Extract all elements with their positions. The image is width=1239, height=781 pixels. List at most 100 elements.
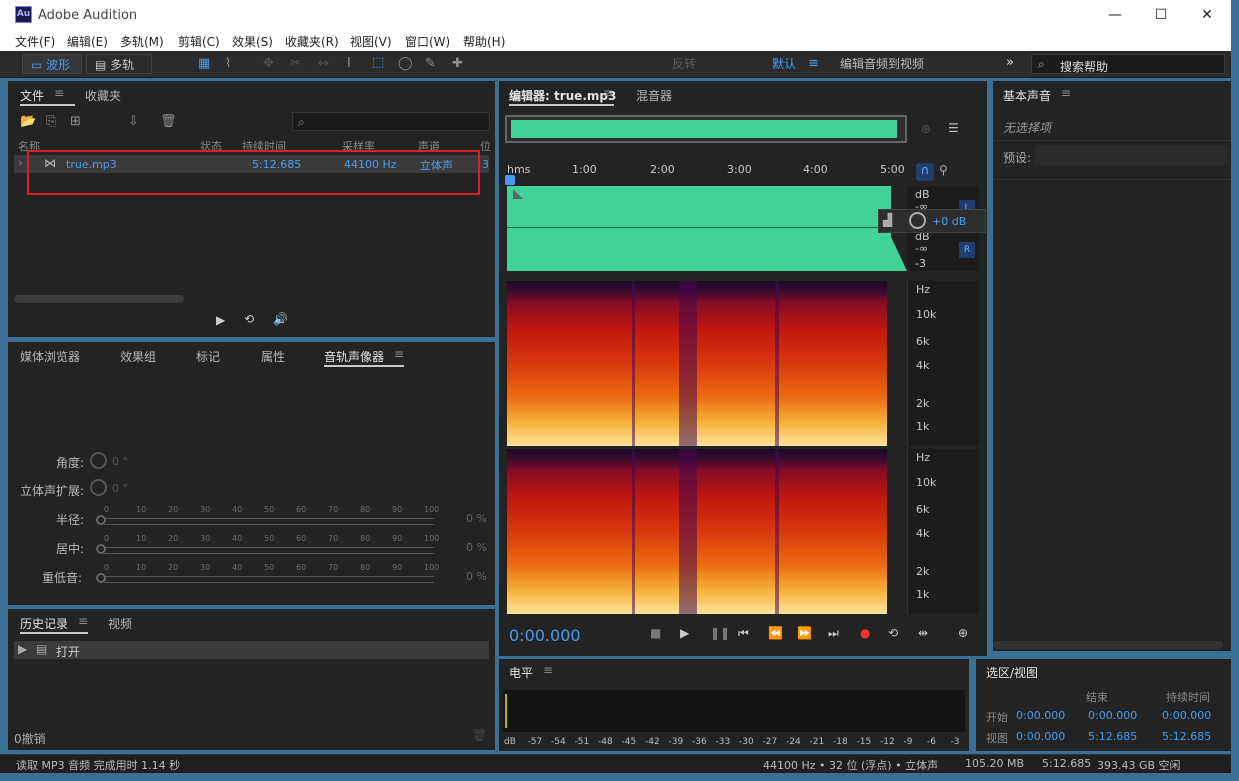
files-search-input[interactable]: ⌕ xyxy=(292,112,490,131)
files-scrollbar[interactable] xyxy=(14,295,184,303)
tab-markers[interactable]: 标记 xyxy=(196,348,220,365)
fast-forward-button[interactable]: ⏩ xyxy=(797,626,812,640)
spectral-display-right[interactable] xyxy=(507,449,907,614)
maximize-button[interactable]: ☐ xyxy=(1146,4,1176,26)
move-to-start-button[interactable]: ⏮ xyxy=(738,626,749,641)
col-bits[interactable]: 位 xyxy=(480,138,491,154)
level-meter-peak xyxy=(505,694,507,728)
playhead-marker[interactable] xyxy=(505,175,515,185)
zoom-button[interactable]: ⊕ xyxy=(958,626,968,640)
open-file-icon[interactable]: 📂 xyxy=(20,114,36,129)
menu-multitrack[interactable]: 多轨(M) xyxy=(120,33,164,50)
preview-play-icon[interactable]: ▶ xyxy=(216,313,225,327)
auto-play-icon[interactable]: 🔊 xyxy=(273,312,288,326)
rewind-button[interactable]: ⏪ xyxy=(768,626,783,640)
play-button[interactable]: ▶ xyxy=(680,626,689,640)
fade-in-handle[interactable] xyxy=(513,189,523,199)
zoom-to-selection-icon[interactable]: ⊕ xyxy=(921,122,931,136)
tab-editor[interactable]: 编辑器: true.mp3 xyxy=(509,87,616,104)
levels-menu-icon[interactable]: ≡ xyxy=(543,663,553,677)
waveform-display[interactable] xyxy=(507,186,907,271)
menu-help[interactable]: 帮助(H) xyxy=(463,33,505,50)
angle-knob[interactable] xyxy=(90,452,107,469)
lasso-tool-icon[interactable]: ◯ xyxy=(398,56,413,71)
stereo-width-knob[interactable] xyxy=(90,479,107,496)
view-start[interactable]: 0:00.000 xyxy=(1016,730,1065,743)
pitch-display-icon[interactable]: ⌇ xyxy=(225,56,231,71)
tab-mixer[interactable]: 混音器 xyxy=(636,87,672,104)
time-ruler[interactable]: hms 1:00 2:00 3:00 4:00 5:00 xyxy=(507,163,907,183)
gain-knob[interactable] xyxy=(909,212,926,229)
workspace-video[interactable]: 编辑音频到视频 xyxy=(840,54,924,74)
overview-options-icon[interactable]: ☰ xyxy=(948,121,959,135)
tab-track-panner[interactable]: 音轨声像器 xyxy=(324,348,384,365)
workspace-default[interactable]: 默认 xyxy=(772,54,796,74)
history-delete-icon[interactable]: 🗑 xyxy=(472,728,487,742)
channel-r-toggle[interactable]: R xyxy=(959,242,975,258)
selection-start[interactable]: 0:00.000 xyxy=(1016,709,1065,722)
lfe-label: 重低音: xyxy=(42,571,83,585)
tab-history[interactable]: 历史记录 xyxy=(20,615,68,632)
workspace-menu-icon[interactable]: ≡ xyxy=(808,56,819,71)
brush-tool-icon[interactable]: ✎ xyxy=(425,56,436,71)
tab-video[interactable]: 视频 xyxy=(108,615,132,632)
move-tool-icon[interactable]: ✥ xyxy=(263,56,274,71)
tab-effects-rack[interactable]: 效果组 xyxy=(120,348,156,365)
files-panel-menu-icon[interactable]: ≡ xyxy=(54,86,64,100)
panner-menu-icon[interactable]: ≡ xyxy=(394,347,404,361)
selection-duration[interactable]: 0:00.000 xyxy=(1162,709,1211,722)
slip-tool-icon[interactable]: ↔ xyxy=(318,56,329,71)
stop-button[interactable]: ■ xyxy=(650,626,661,640)
menu-file[interactable]: 文件(F) xyxy=(15,33,55,50)
menu-effects[interactable]: 效果(S) xyxy=(232,33,273,50)
view-duration[interactable]: 5:12.685 xyxy=(1162,730,1211,743)
delete-file-icon[interactable]: 🗑 xyxy=(160,114,177,129)
menu-favorites[interactable]: 收藏夹(R) xyxy=(285,33,339,50)
preset-dropdown[interactable] xyxy=(1035,145,1229,165)
record-button[interactable]: ● xyxy=(860,626,870,640)
essential-scrollbar[interactable] xyxy=(993,641,1223,649)
new-file-icon[interactable]: ⊞ xyxy=(70,114,81,129)
spot-healing-tool-icon[interactable]: ✚ xyxy=(452,56,463,71)
editor-menu-icon[interactable]: ≡ xyxy=(603,86,613,100)
multitrack-view-button[interactable]: ▤ 多轨 xyxy=(86,54,152,74)
view-end[interactable]: 5:12.685 xyxy=(1088,730,1137,743)
minimize-button[interactable]: — xyxy=(1100,4,1130,26)
search-help-field[interactable]: ⌕ 搜索帮助 xyxy=(1031,54,1225,74)
tab-files[interactable]: 文件 xyxy=(20,87,44,104)
current-time[interactable]: 0:00.000 xyxy=(509,626,581,645)
slider-scales: 0 10 20 30 40 50 60 70 80 90 100 0 10 20 30 40 50 60 70 80 9… xyxy=(104,505,444,585)
pin-icon[interactable]: ⚲ xyxy=(939,163,948,177)
history-menu-icon[interactable]: ≡ xyxy=(78,614,88,628)
move-to-end-button[interactable]: ⏭ xyxy=(828,626,839,641)
skip-selection-button[interactable]: ⇹ xyxy=(918,626,928,640)
menu-window[interactable]: 窗口(W) xyxy=(405,33,450,50)
reverse-button[interactable]: 反转 xyxy=(672,54,696,74)
preview-loop-icon[interactable]: ⟲ xyxy=(244,312,254,326)
spectral-display-left[interactable] xyxy=(507,281,907,446)
menu-clip[interactable]: 剪辑(C) xyxy=(178,33,220,50)
import-file-icon[interactable]: ⎘ xyxy=(46,114,56,129)
radius-label: 半径: xyxy=(56,513,85,527)
close-button[interactable]: ✕ xyxy=(1192,4,1222,26)
menu-edit[interactable]: 编辑(E) xyxy=(67,33,108,50)
essential-sound-menu-icon[interactable]: ≡ xyxy=(1061,86,1071,100)
tab-media-browser[interactable]: 媒体浏览器 xyxy=(20,348,80,365)
insert-to-multitrack-icon[interactable]: ⇩ xyxy=(128,114,139,129)
tab-favorites[interactable]: 收藏夹 xyxy=(85,87,121,104)
marquee-tool-icon[interactable]: ⬚ xyxy=(372,55,384,70)
pause-button[interactable]: ❚❚ xyxy=(710,626,730,640)
selection-end[interactable]: 0:00.000 xyxy=(1088,709,1137,722)
spectral-display-icon[interactable]: ▦ xyxy=(198,56,210,71)
menu-view[interactable]: 视图(V) xyxy=(350,33,392,50)
expand-chevron-icon[interactable]: › xyxy=(18,156,23,170)
waveform-view-button[interactable]: ▭ 波形 xyxy=(22,54,82,74)
overview-navigator[interactable] xyxy=(505,115,907,143)
snap-icon[interactable]: ∩ xyxy=(916,163,934,181)
time-selection-tool-icon[interactable]: I xyxy=(347,56,351,71)
loop-button[interactable]: ⟲ xyxy=(888,626,898,640)
more-workspaces-icon[interactable]: » xyxy=(1006,55,1014,70)
razor-tool-icon[interactable]: ✂ xyxy=(290,56,301,71)
tab-properties[interactable]: 属性 xyxy=(261,348,285,365)
history-item[interactable]: ▶ ▤ 打开 xyxy=(14,641,489,659)
